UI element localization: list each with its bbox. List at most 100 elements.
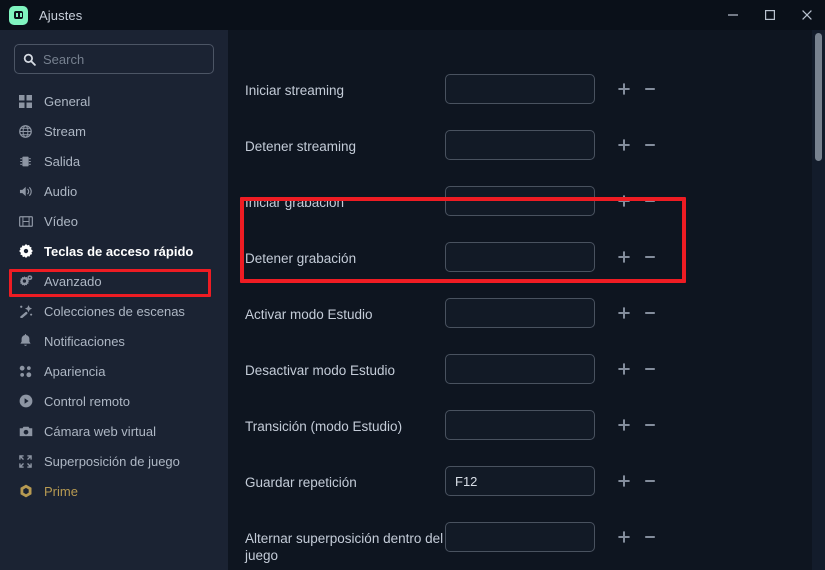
hotkey-row: Activar modo Estudio <box>245 298 825 354</box>
gear-icon <box>17 244 34 258</box>
hotkey-input[interactable] <box>445 298 595 328</box>
globe-icon <box>17 125 34 138</box>
sidebar-item-label: Teclas de acceso rápido <box>44 244 193 259</box>
search-container: Search <box>0 44 228 84</box>
search-input[interactable]: Search <box>14 44 214 74</box>
hotkey-label: Guardar repetición <box>245 466 445 491</box>
hotkey-label: Desactivar modo Estudio <box>245 354 445 379</box>
vertical-scrollbar[interactable] <box>812 30 825 570</box>
film-icon <box>17 215 34 228</box>
sidebar-item-superposicion-de-juego[interactable]: Superposición de juego <box>0 446 228 476</box>
bell-icon <box>17 334 34 348</box>
scrollbar-thumb[interactable] <box>815 33 822 161</box>
sidebar-item-label: Salida <box>44 154 80 169</box>
hotkey-actions <box>611 466 663 496</box>
plus-icon[interactable] <box>611 524 637 550</box>
window-title: Ajustes <box>39 8 82 23</box>
grid-icon <box>17 95 34 108</box>
hotkey-actions <box>611 130 663 160</box>
chip-icon <box>17 155 34 168</box>
sidebar-item-control-remoto[interactable]: Control remoto <box>0 386 228 416</box>
hotkey-actions <box>611 242 663 272</box>
hotkey-actions <box>611 410 663 440</box>
plus-icon[interactable] <box>611 468 637 494</box>
hotkey-input[interactable] <box>445 522 595 552</box>
sidebar-item-prime[interactable]: Prime <box>0 476 228 506</box>
hotkey-label: Detener streaming <box>245 130 445 155</box>
hotkey-row: Iniciar streaming <box>245 74 825 130</box>
sidebar-item-label: Control remoto <box>44 394 130 409</box>
hotkey-actions <box>611 522 663 552</box>
sidebar-item-colecciones-de-escenas[interactable]: Colecciones de escenas <box>0 296 228 326</box>
sidebar-item-label: Colecciones de escenas <box>44 304 185 319</box>
hotkey-input[interactable] <box>445 354 595 384</box>
minus-icon[interactable] <box>637 468 663 494</box>
plus-icon[interactable] <box>611 244 637 270</box>
sidebar-item-audio[interactable]: Audio <box>0 176 228 206</box>
sidebar-item-apariencia[interactable]: Apariencia <box>0 356 228 386</box>
plus-icon[interactable] <box>611 412 637 438</box>
sidebar-item-label: Vídeo <box>44 214 78 229</box>
sidebar-item-notificaciones[interactable]: Notificaciones <box>0 326 228 356</box>
plus-icon[interactable] <box>611 132 637 158</box>
sidebar-item-salida[interactable]: Salida <box>0 146 228 176</box>
dots-grid-icon <box>17 365 34 378</box>
hotkey-label: Iniciar grabación <box>245 186 445 211</box>
hotkey-input[interactable] <box>445 242 595 272</box>
hotkey-row: Transición (modo Estudio) <box>245 410 825 466</box>
expand-icon <box>17 455 34 468</box>
sidebar-item-stream[interactable]: Stream <box>0 116 228 146</box>
window-controls <box>714 0 825 30</box>
sidebar-item-label: Stream <box>44 124 86 139</box>
title-bar: Ajustes <box>0 0 825 30</box>
hotkey-input[interactable]: F12 <box>445 466 595 496</box>
minus-icon[interactable] <box>637 356 663 382</box>
hotkey-label: Alternar superposición dentro del juego <box>245 522 445 564</box>
minus-icon[interactable] <box>637 188 663 214</box>
minimize-icon[interactable] <box>714 0 751 30</box>
sidebar-item-label: Avanzado <box>44 274 102 289</box>
maximize-icon[interactable] <box>751 0 788 30</box>
camera-icon <box>17 425 34 438</box>
plus-icon[interactable] <box>611 300 637 326</box>
hotkey-input[interactable] <box>445 74 595 104</box>
window-body: Search General Stream <box>0 30 825 570</box>
minus-icon[interactable] <box>637 412 663 438</box>
sidebar-item-video[interactable]: Vídeo <box>0 206 228 236</box>
hotkey-row: Guardar repetición F12 <box>245 466 825 522</box>
settings-window: Ajustes <box>0 0 825 570</box>
plus-icon[interactable] <box>611 76 637 102</box>
minus-icon[interactable] <box>637 300 663 326</box>
hotkey-label: Iniciar streaming <box>245 74 445 99</box>
hotkey-input[interactable] <box>445 410 595 440</box>
sidebar-item-camara-web-virtual[interactable]: Cámara web virtual <box>0 416 228 446</box>
sidebar-item-avanzado[interactable]: Avanzado <box>0 266 228 296</box>
minus-icon[interactable] <box>637 76 663 102</box>
hotkey-rows: Iniciar streaming Detener streaming <box>228 74 825 570</box>
sidebar-item-label: Audio <box>44 184 77 199</box>
minus-icon[interactable] <box>637 132 663 158</box>
play-circle-icon <box>17 394 34 408</box>
hotkey-actions <box>611 354 663 384</box>
hotkey-row: Iniciar grabación <box>245 186 825 242</box>
close-icon[interactable] <box>788 0 825 30</box>
plus-icon[interactable] <box>611 188 637 214</box>
sidebar-item-label: Prime <box>44 484 78 499</box>
hotkey-label: Activar modo Estudio <box>245 298 445 323</box>
hotkey-input[interactable] <box>445 186 595 216</box>
hotkey-input[interactable] <box>445 130 595 160</box>
sidebar-item-teclas-de-acceso-rapido[interactable]: Teclas de acceso rápido <box>0 236 228 266</box>
plus-icon[interactable] <box>611 356 637 382</box>
minus-icon[interactable] <box>637 524 663 550</box>
speaker-icon <box>17 185 34 198</box>
gears-icon <box>17 274 34 288</box>
minus-icon[interactable] <box>637 244 663 270</box>
sidebar-item-label: Cámara web virtual <box>44 424 156 439</box>
sidebar-item-general[interactable]: General <box>0 86 228 116</box>
hotkey-row: Detener streaming <box>245 130 825 186</box>
streamlabs-logo-icon <box>9 6 28 25</box>
search-placeholder: Search <box>43 52 84 67</box>
hotkey-row: Detener grabación <box>245 242 825 298</box>
search-icon <box>23 53 36 66</box>
hotkeys-panel: Iniciar streaming Detener streaming <box>228 30 825 570</box>
